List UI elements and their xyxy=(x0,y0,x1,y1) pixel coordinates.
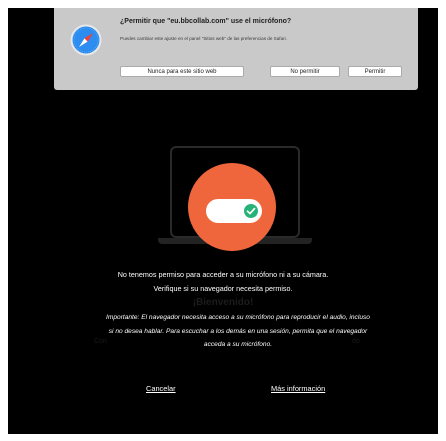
welcome-heading: ¡Bienvenido! xyxy=(192,297,254,308)
never-for-site-button[interactable]: Nunca para este sitio web xyxy=(120,66,244,77)
check-icon xyxy=(244,204,258,218)
more-info-link[interactable]: Más información xyxy=(271,384,325,393)
browser-viewport: ¡Bienvenido! Con do ¿Permitir que "eu.bb… xyxy=(8,8,438,434)
cancel-link[interactable]: Cancelar xyxy=(146,384,176,393)
permission-subtitle: Puedes cambiar este ajuste en el panel "… xyxy=(120,36,287,41)
allow-button[interactable]: Permitir xyxy=(348,66,402,77)
check-browser-message: Verifique si su navegador necesita permi… xyxy=(153,284,293,293)
permission-sheet: ¿Permitir que "eu.bbcollab.com" use el m… xyxy=(54,8,418,90)
important-note-text: El navegador necesita acceso a su micróf… xyxy=(108,314,370,348)
deny-button[interactable]: No permitir xyxy=(270,66,340,77)
important-note: Importante: El navegador necesita acceso… xyxy=(103,311,373,352)
no-permission-message: No tenemos permiso para acceder a su mic… xyxy=(117,270,329,279)
safari-compass-icon xyxy=(70,24,102,56)
permission-title: ¿Permitir que "eu.bbcollab.com" use el m… xyxy=(120,18,292,25)
important-note-prefix: Importante: xyxy=(106,314,140,321)
